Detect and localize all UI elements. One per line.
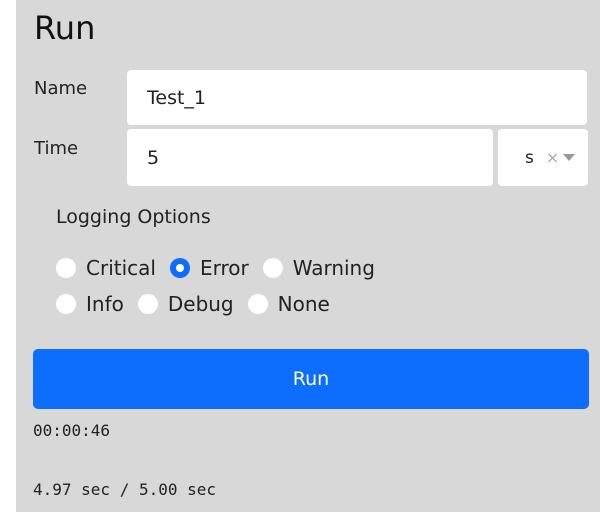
radio-critical-icon[interactable] <box>56 258 76 278</box>
radio-warning[interactable]: Warning <box>262 256 375 280</box>
radio-debug-label: Debug <box>167 292 234 316</box>
run-panel: Run Name Time s × Logging Options Critic… <box>16 0 600 512</box>
radio-info-label: Info <box>86 292 124 316</box>
radio-none[interactable]: None <box>247 292 330 316</box>
radio-critical-label: Critical <box>86 256 156 280</box>
unit-value: s <box>525 147 534 168</box>
radio-warning-icon[interactable] <box>262 258 283 278</box>
radio-error-icon[interactable] <box>169 258 190 278</box>
clear-icon[interactable]: × <box>546 148 559 167</box>
page-title: Run <box>34 9 96 47</box>
radio-warning-label: Warning <box>292 256 375 280</box>
time-input[interactable] <box>127 129 493 186</box>
radio-debug[interactable]: Debug <box>137 292 234 316</box>
name-input[interactable] <box>127 70 587 125</box>
logging-options-row-2: Info Debug None <box>56 292 344 316</box>
name-label: Name <box>34 78 88 99</box>
time-label: Time <box>34 138 79 159</box>
logging-options-row-1: Critical Error Warning <box>56 256 389 280</box>
radio-error[interactable]: Error <box>169 256 249 280</box>
time-unit-select[interactable]: s × <box>498 129 588 186</box>
chevron-down-icon[interactable] <box>563 154 576 161</box>
radio-error-label: Error <box>199 256 249 280</box>
radio-critical[interactable]: Critical <box>56 256 156 280</box>
radio-debug-icon[interactable] <box>137 294 158 314</box>
elapsed-time: 00:00:46 <box>33 421 111 440</box>
radio-info-icon[interactable] <box>56 294 76 314</box>
radio-info[interactable]: Info <box>56 292 124 316</box>
logging-options-title: Logging Options <box>56 206 211 228</box>
radio-none-icon[interactable] <box>247 294 268 314</box>
radio-none-label: None <box>277 292 330 316</box>
run-button[interactable]: Run <box>33 349 589 409</box>
progress-text: 4.97 sec / 5.00 sec <box>33 480 217 499</box>
